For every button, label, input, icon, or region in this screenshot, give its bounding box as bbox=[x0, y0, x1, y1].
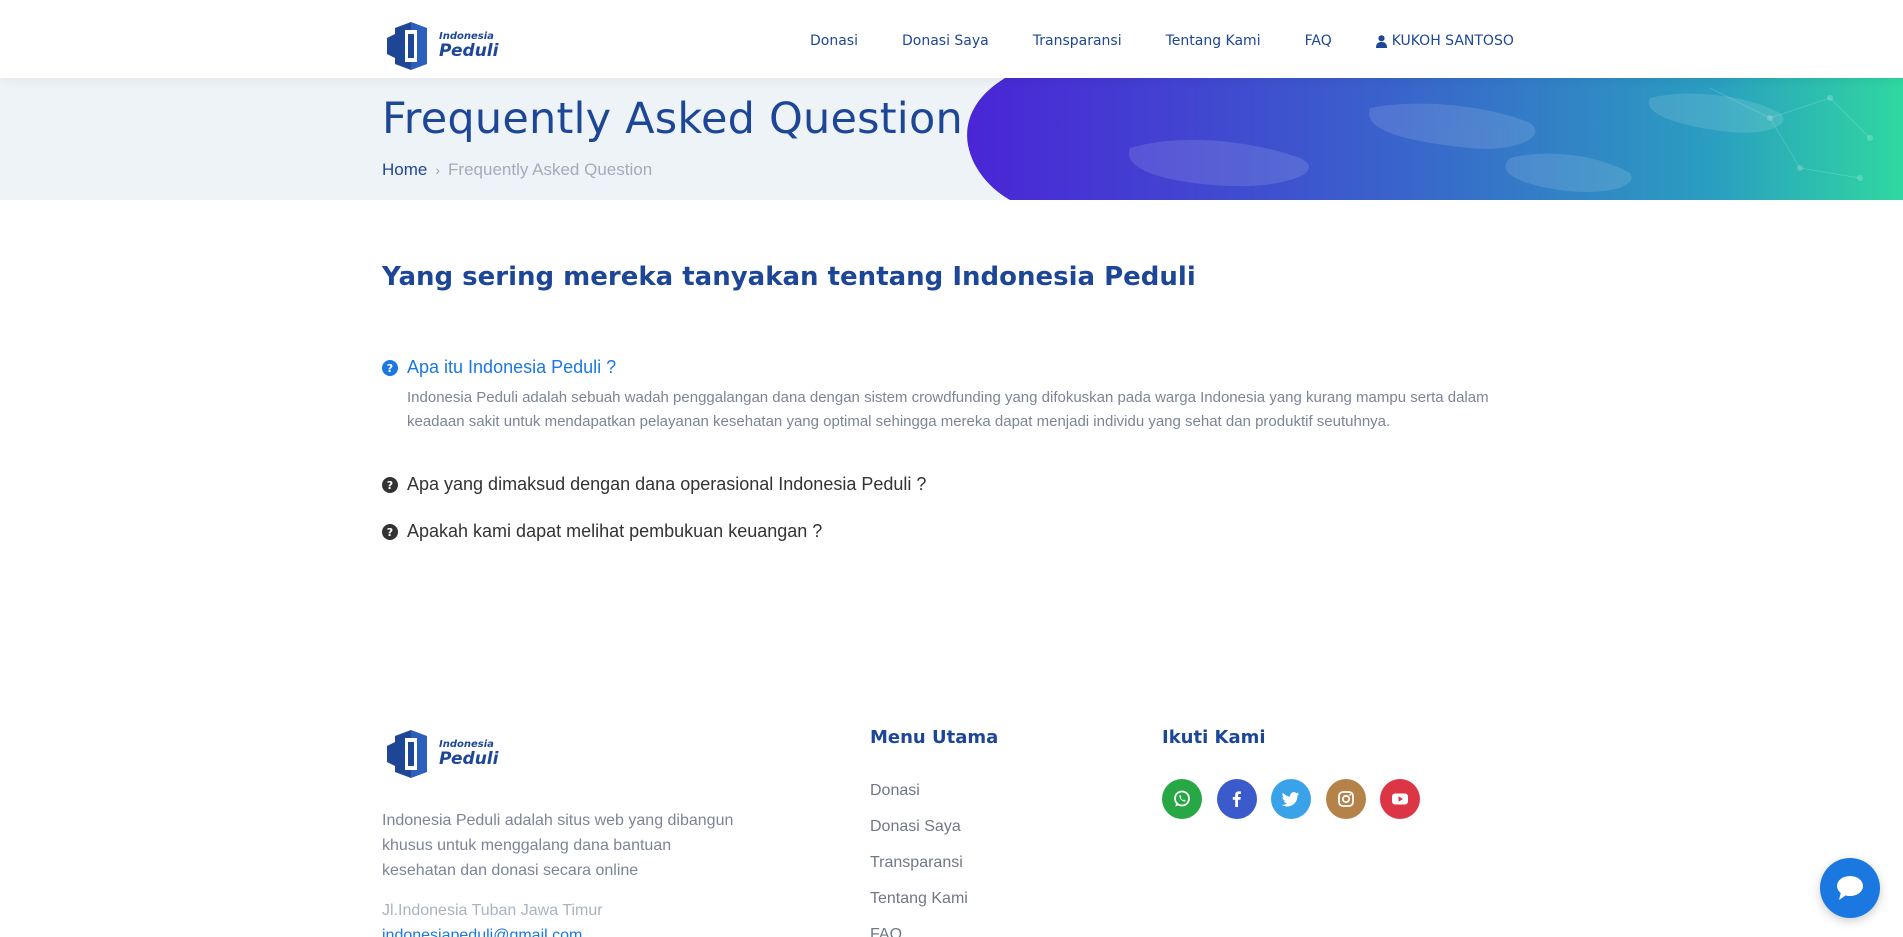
footer-logo[interactable]: Indonesia Peduli bbox=[385, 728, 498, 780]
facebook-button[interactable] bbox=[1216, 779, 1257, 819]
footer-address: Jl.Indonesia Tuban Jawa Timur bbox=[382, 902, 603, 919]
logo-line2: Peduli bbox=[439, 41, 499, 61]
whatsapp-button[interactable] bbox=[1162, 779, 1202, 819]
breadcrumb: Home › Frequently Asked Question bbox=[382, 160, 652, 180]
site-logo[interactable]: Indonesia Peduli bbox=[385, 20, 498, 72]
faq-answer: Indonesia Peduli adalah sebuah wadah pen… bbox=[407, 389, 1489, 430]
faq-item: ? Apa yang dimaksud dengan dana operasio… bbox=[382, 474, 1502, 495]
instagram-button[interactable] bbox=[1325, 779, 1366, 819]
footer-link-faq[interactable]: FAQ bbox=[870, 923, 968, 937]
chat-bubble-icon bbox=[1837, 876, 1863, 900]
twitter-icon bbox=[1281, 792, 1299, 807]
facebook-icon bbox=[1232, 791, 1241, 807]
social-links bbox=[1162, 779, 1435, 819]
instagram-icon bbox=[1337, 791, 1354, 807]
page-title: Frequently Asked Question bbox=[382, 94, 963, 144]
footer-description: Indonesia Peduli adalah situs web yang d… bbox=[382, 812, 734, 879]
svg-text:?: ? bbox=[387, 362, 393, 375]
user-menu[interactable]: KUKOH SANTOSO bbox=[1375, 33, 1514, 49]
logo-line2: Peduli bbox=[439, 749, 499, 769]
footer-menu: Donasi Donasi Saya Transparansi Tentang … bbox=[870, 779, 968, 937]
question-circle-icon: ? bbox=[382, 523, 398, 540]
logo-mark-icon bbox=[387, 730, 427, 778]
nav-donasi-saya[interactable]: Donasi Saya bbox=[902, 33, 989, 49]
footer-email-link[interactable]: indonesiapeduli@gmail.com bbox=[382, 927, 582, 937]
youtube-button[interactable] bbox=[1380, 779, 1420, 819]
logo-wordmark: Indonesia Peduli bbox=[439, 740, 498, 768]
faq-item: ? Apakah kami dapat melihat pembukuan ke… bbox=[382, 521, 1502, 542]
faq-question: Apakah kami dapat melihat pembukuan keua… bbox=[407, 521, 823, 541]
faq-question: Apa itu Indonesia Peduli ? bbox=[407, 357, 617, 377]
breadcrumb-current: Frequently Asked Question bbox=[448, 160, 653, 179]
question-circle-icon: ? bbox=[382, 476, 398, 493]
faq-question-toggle[interactable]: ? Apakah kami dapat melihat pembukuan ke… bbox=[382, 521, 1502, 542]
faq-question-toggle[interactable]: ? Apa yang dimaksud dengan dana operasio… bbox=[382, 474, 1502, 495]
youtube-icon bbox=[1392, 793, 1408, 805]
faq-item: ? Apa itu Indonesia Peduli ? Indonesia P… bbox=[382, 357, 1502, 434]
twitter-button[interactable] bbox=[1271, 779, 1311, 819]
whatsapp-icon bbox=[1174, 790, 1190, 807]
svg-text:?: ? bbox=[387, 526, 393, 539]
nav-faq[interactable]: FAQ bbox=[1305, 33, 1332, 49]
live-chat-button[interactable] bbox=[1820, 858, 1880, 918]
footer-link-tentang-kami[interactable]: Tentang Kami bbox=[870, 887, 968, 923]
footer-link-donasi-saya[interactable]: Donasi Saya bbox=[870, 815, 968, 851]
nav-transparansi[interactable]: Transparansi bbox=[1033, 33, 1122, 49]
breadcrumb-home[interactable]: Home bbox=[382, 160, 427, 180]
footer-link-donasi[interactable]: Donasi bbox=[870, 779, 968, 815]
logo-mark-icon bbox=[387, 22, 427, 70]
footer-follow-title: Ikuti Kami bbox=[1162, 727, 1266, 748]
nav-donasi[interactable]: Donasi bbox=[810, 33, 858, 49]
user-icon bbox=[1375, 34, 1387, 48]
page-hero: Frequently Asked Question Home › Frequen… bbox=[0, 78, 1903, 200]
footer-menu-title: Menu Utama bbox=[870, 727, 999, 748]
main-nav: Donasi Donasi Saya Transparansi Tentang … bbox=[810, 33, 1514, 49]
hero-world-map-graphic bbox=[967, 78, 1903, 200]
faq-question: Apa yang dimaksud dengan dana operasiona… bbox=[407, 474, 927, 494]
question-circle-icon: ? bbox=[382, 359, 398, 376]
faq-question-toggle[interactable]: ? Apa itu Indonesia Peduli ? bbox=[382, 357, 1502, 378]
user-name: KUKOH SANTOSO bbox=[1391, 33, 1514, 49]
breadcrumb-separator: › bbox=[435, 162, 441, 178]
top-navbar: Indonesia Peduli Donasi Donasi Saya Tran… bbox=[0, 0, 1903, 78]
footer-link-transparansi[interactable]: Transparansi bbox=[870, 851, 968, 887]
svg-text:?: ? bbox=[387, 479, 393, 492]
faq-section-title: Yang sering mereka tanyakan tentang Indo… bbox=[382, 262, 1196, 292]
logo-wordmark: Indonesia Peduli bbox=[439, 32, 498, 60]
nav-tentang-kami[interactable]: Tentang Kami bbox=[1166, 33, 1261, 49]
